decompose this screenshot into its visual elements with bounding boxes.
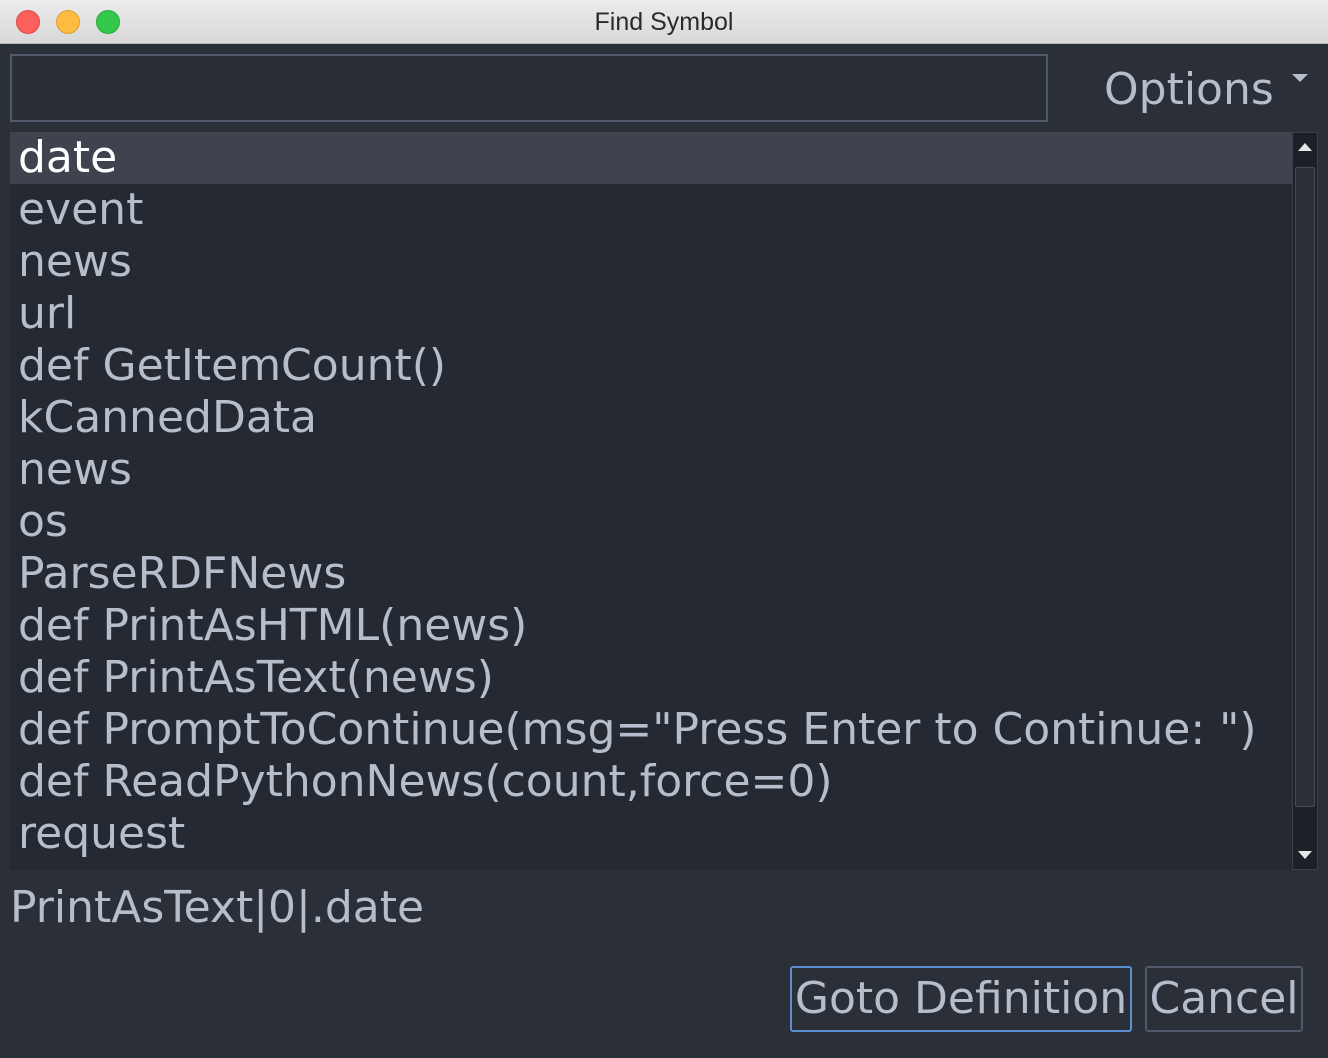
list-item[interactable]: date [10, 132, 1292, 184]
list-item[interactable]: os [10, 496, 1292, 548]
symbol-path-status: PrintAsText|0|.date [10, 882, 425, 933]
list-item[interactable]: def GetItemCount() [10, 340, 1292, 392]
window-title: Find Symbol [594, 8, 734, 36]
list-item[interactable]: news [10, 236, 1292, 288]
symbol-search-input[interactable] [10, 54, 1048, 122]
find-symbol-window: Find Symbol Options date event news url def … [0, 0, 1328, 1058]
list-item[interactable]: def PromptToContinue(msg="Press Enter to… [10, 704, 1292, 756]
list-item[interactable]: request [10, 808, 1292, 860]
list-item[interactable]: def ReadPythonNews(count,force=0) [10, 756, 1292, 808]
scroll-up-arrow-icon[interactable] [1293, 133, 1317, 163]
list-item[interactable]: def PrintAsText(news) [10, 652, 1292, 704]
list-item[interactable]: ParseRDFNews [10, 548, 1292, 600]
goto-definition-button[interactable]: Goto Definition [790, 966, 1132, 1032]
list-item[interactable]: def PrintAsHTML(news) [10, 600, 1292, 652]
list-item[interactable]: news [10, 444, 1292, 496]
chevron-down-icon[interactable] [1292, 74, 1308, 82]
options-dropdown[interactable]: Options [1104, 60, 1274, 120]
cancel-button[interactable]: Cancel [1145, 966, 1303, 1032]
symbol-results-list[interactable]: date event news url def GetItemCount() kCanne… [10, 132, 1292, 870]
list-item[interactable]: url [10, 288, 1292, 340]
scroll-down-arrow-icon[interactable] [1293, 839, 1317, 869]
results-scrollbar[interactable] [1292, 132, 1318, 870]
list-item[interactable]: event [10, 184, 1292, 236]
list-item[interactable]: kCannedData [10, 392, 1292, 444]
scrollbar-thumb[interactable] [1295, 167, 1315, 807]
title-bar: Find Symbol [0, 0, 1328, 44]
